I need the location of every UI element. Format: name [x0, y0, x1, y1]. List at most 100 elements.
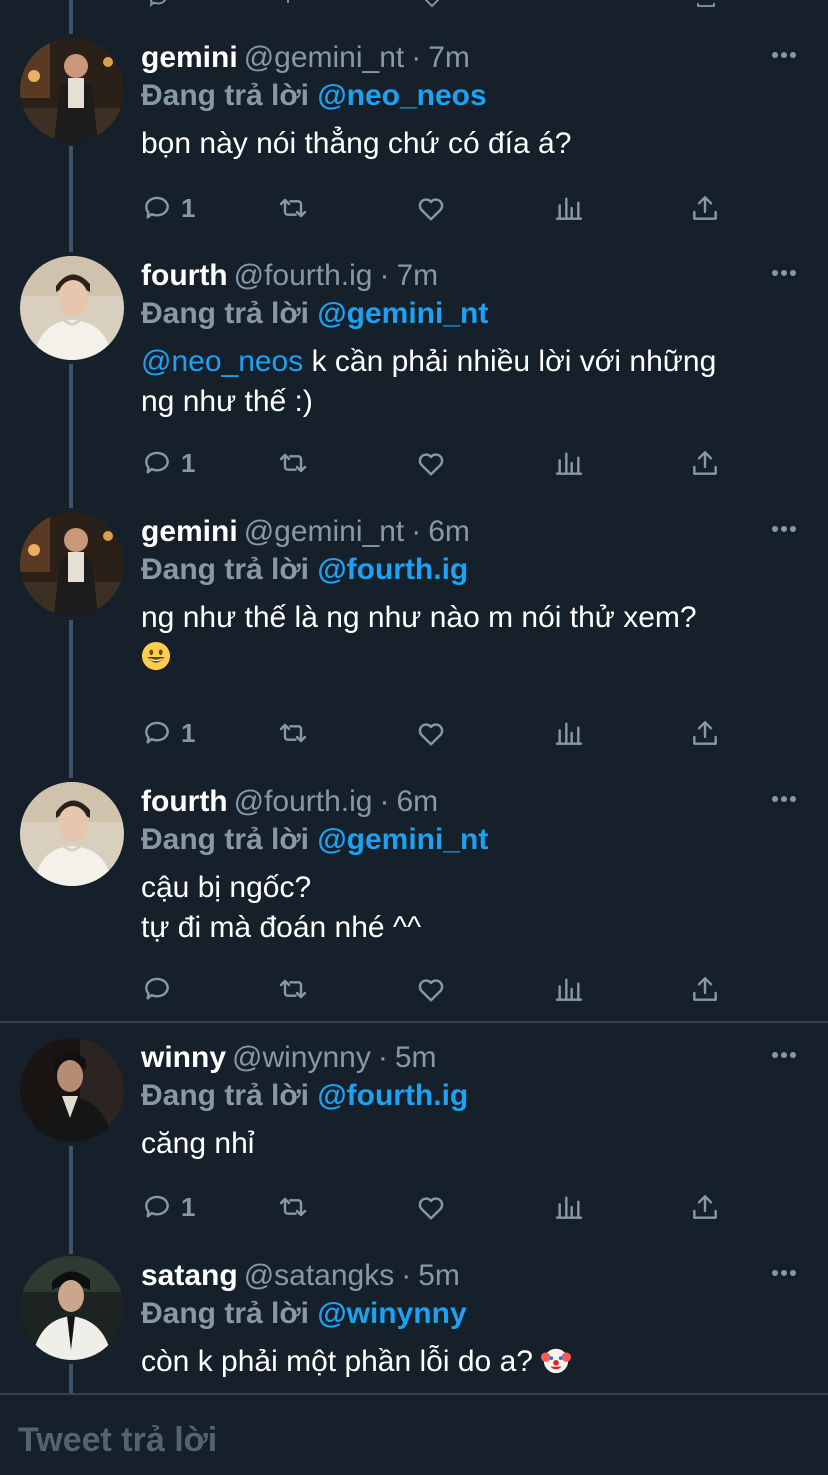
- analytics-button[interactable]: [553, 1189, 585, 1225]
- like-button[interactable]: [415, 1189, 447, 1225]
- reply-composer[interactable]: Tweet trả lời: [0, 1393, 828, 1475]
- avatar-image: [20, 256, 124, 360]
- avatar[interactable]: [20, 1038, 124, 1142]
- share-icon[interactable]: [694, 0, 718, 10]
- replying-to: Đang trả lời @fourth.ig: [141, 1076, 468, 1116]
- more-options-icon[interactable]: [772, 526, 802, 536]
- tweet-text: còn k phải một phần lỗi do a?: [141, 1342, 801, 1382]
- mention-link[interactable]: @neo_neos: [141, 345, 303, 378]
- display-name[interactable]: gemini: [141, 41, 238, 74]
- thread-line: [69, 146, 73, 252]
- username[interactable]: @winynny: [232, 1041, 371, 1074]
- analytics-button[interactable]: [553, 715, 585, 751]
- previous-tweet-actions: [0, 0, 828, 12]
- tweet-actions: [141, 971, 741, 1007]
- display-name[interactable]: satang: [141, 1259, 238, 1292]
- reply-button[interactable]: 1: [141, 715, 195, 751]
- username[interactable]: @fourth.ig: [234, 785, 373, 818]
- like-button[interactable]: [415, 190, 447, 226]
- avatar[interactable]: [20, 1256, 124, 1360]
- separator-dot: ·: [411, 41, 422, 74]
- timestamp[interactable]: 5m: [418, 1259, 460, 1292]
- retweet-button[interactable]: [277, 1189, 309, 1225]
- replying-to-label: Đang trả lời: [141, 1079, 310, 1112]
- retweet-icon[interactable]: [282, 0, 306, 10]
- share-button[interactable]: [689, 1189, 721, 1225]
- replying-to-mention[interactable]: @fourth.ig: [317, 1079, 468, 1112]
- retweet-button[interactable]: [277, 715, 309, 751]
- timestamp[interactable]: 6m: [397, 785, 439, 818]
- tweet-text-line: @neo_neos k cần phải nhiều lời với những: [141, 342, 801, 382]
- replying-to-mention[interactable]: @neo_neos: [317, 79, 486, 112]
- heart-icon: [418, 1197, 444, 1220]
- avatar[interactable]: [20, 512, 124, 616]
- replying-to-mention[interactable]: @fourth.ig: [317, 553, 468, 586]
- reply-icon[interactable]: [146, 0, 170, 10]
- reply-button[interactable]: 1: [141, 1189, 195, 1225]
- share-button[interactable]: [689, 190, 721, 226]
- tweet-text-line: cậu bị ngốc?: [141, 871, 312, 904]
- analytics-button[interactable]: [553, 190, 585, 226]
- share-button[interactable]: [689, 445, 721, 481]
- username[interactable]: @satangks: [244, 1259, 395, 1292]
- share-button[interactable]: [689, 971, 721, 1007]
- more-options-icon[interactable]: [772, 270, 802, 280]
- timestamp[interactable]: 7m: [397, 259, 439, 292]
- like-icon[interactable]: [420, 0, 444, 10]
- reply-input-placeholder[interactable]: Tweet trả lời: [18, 1421, 217, 1460]
- analytics-button[interactable]: [553, 445, 585, 481]
- reply-button[interactable]: 1: [141, 190, 195, 226]
- tweet-text-segment: còn k phải một phần lỗi do a?: [141, 1345, 542, 1378]
- tweet-text: căng nhỉ: [141, 1124, 801, 1164]
- more-options-icon[interactable]: [772, 796, 802, 806]
- reply-count: 1: [181, 192, 196, 223]
- username[interactable]: @gemini_nt: [244, 515, 405, 548]
- replying-to-mention[interactable]: @winynny: [317, 1297, 466, 1330]
- thread-line: [69, 1364, 73, 1394]
- tweet-text: cậu bị ngốc? tự đi mà đoán nhé ^^: [141, 868, 801, 948]
- display-name[interactable]: fourth: [141, 259, 228, 292]
- replying-to-mention[interactable]: @gemini_nt: [317, 823, 488, 856]
- thread-line: [69, 620, 73, 778]
- heart-icon: [418, 723, 444, 746]
- avatar[interactable]: [20, 38, 124, 142]
- reply-button[interactable]: [141, 971, 181, 1007]
- retweet-icon: [279, 198, 307, 218]
- analytics-button[interactable]: [553, 971, 585, 1007]
- avatar[interactable]: [20, 256, 124, 360]
- replying-to: Đang trả lời @gemini_nt: [141, 820, 488, 860]
- replying-to: Đang trả lời @winynny: [141, 1294, 467, 1334]
- display-name[interactable]: fourth: [141, 785, 228, 818]
- separator-dot: ·: [411, 515, 422, 548]
- analytics-icon: [555, 197, 583, 220]
- tweet-actions: 1: [141, 715, 741, 751]
- share-button[interactable]: [689, 715, 721, 751]
- timestamp[interactable]: 5m: [395, 1041, 437, 1074]
- replying-to-mention[interactable]: @gemini_nt: [317, 297, 488, 330]
- timestamp[interactable]: 6m: [428, 515, 470, 548]
- more-options-icon[interactable]: [772, 52, 802, 62]
- username[interactable]: @gemini_nt: [244, 41, 405, 74]
- display-name[interactable]: gemini: [141, 515, 238, 548]
- thread-line: [69, 364, 73, 508]
- more-options-icon[interactable]: [772, 1052, 802, 1062]
- retweet-button[interactable]: [277, 971, 309, 1007]
- like-button[interactable]: [415, 715, 447, 751]
- share-icon: [693, 977, 717, 1001]
- timestamp[interactable]: 7m: [428, 41, 470, 74]
- more-options-icon[interactable]: [772, 1270, 802, 1280]
- tweet-text-line: ng như thế là ng như nào m nói thử xem?: [141, 601, 697, 634]
- reply-icon: [145, 1195, 169, 1218]
- username[interactable]: @fourth.ig: [234, 259, 373, 292]
- reply-count: 1: [181, 447, 196, 478]
- reply-button[interactable]: 1: [141, 445, 195, 481]
- like-button[interactable]: [415, 445, 447, 481]
- tweet-header: winny @winynny · 5m: [141, 1038, 437, 1078]
- display-name[interactable]: winny: [141, 1041, 226, 1074]
- analytics-icon: [555, 1196, 583, 1219]
- share-icon: [693, 451, 717, 475]
- like-button[interactable]: [415, 971, 447, 1007]
- retweet-button[interactable]: [277, 445, 309, 481]
- retweet-button[interactable]: [277, 190, 309, 226]
- avatar[interactable]: [20, 782, 124, 886]
